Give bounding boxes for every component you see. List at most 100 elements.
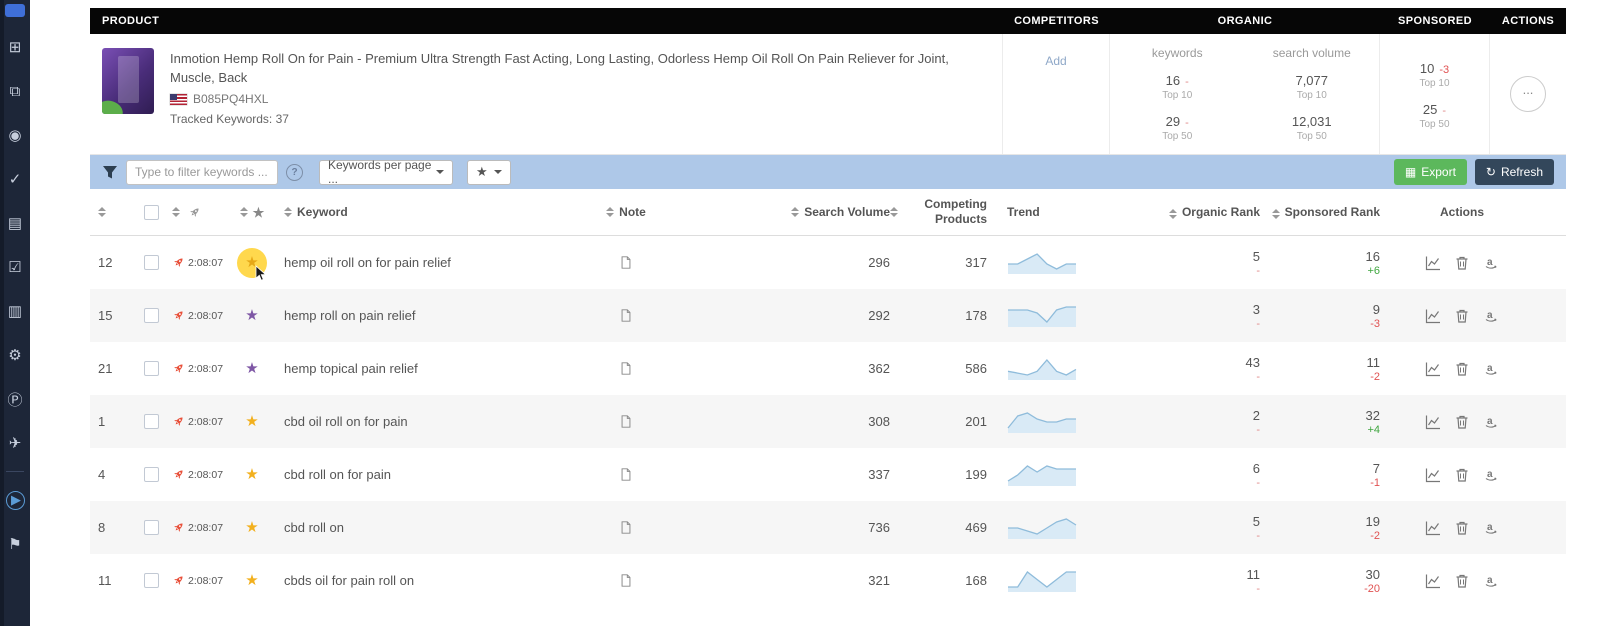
- star-icon[interactable]: ★: [245, 467, 258, 482]
- sort-icon[interactable]: [98, 207, 106, 217]
- sort-icon[interactable]: [239, 207, 248, 217]
- chevron-down-icon: [436, 170, 444, 174]
- note-icon[interactable]: [619, 255, 633, 270]
- trend-sparkline: [1008, 517, 1077, 539]
- competing-products-header: Competing Products: [924, 197, 987, 226]
- document-icon[interactable]: ▤: [0, 201, 30, 245]
- rank-history-chart-icon[interactable]: [1425, 573, 1441, 589]
- star-icon[interactable]: ★: [245, 573, 258, 588]
- help-icon[interactable]: ?: [286, 163, 303, 181]
- trend-sparkline: [1008, 252, 1076, 274]
- row-index: 8: [98, 520, 106, 535]
- amazon-link-icon[interactable]: [1483, 414, 1499, 430]
- amazon-link-icon[interactable]: [1483, 467, 1499, 483]
- search-volume: 362: [868, 361, 890, 376]
- sort-icon[interactable]: [1168, 209, 1177, 219]
- row-checkbox[interactable]: [143, 414, 159, 429]
- row-checkbox[interactable]: [143, 520, 159, 535]
- delete-keyword-icon[interactable]: [1454, 520, 1470, 536]
- sort-icon[interactable]: [172, 207, 180, 217]
- rank-history-chart-icon[interactable]: [1425, 467, 1441, 483]
- amazon-link-icon[interactable]: [1483, 255, 1499, 271]
- profile-icon[interactable]: Ⓟ: [0, 377, 30, 421]
- row-checkbox[interactable]: [143, 467, 159, 482]
- star-filter-dropdown[interactable]: ★: [467, 159, 511, 185]
- more-actions-button[interactable]: ...: [1510, 76, 1546, 112]
- gear-icon[interactable]: ⚙: [0, 333, 30, 377]
- star-icon[interactable]: ★: [245, 520, 258, 535]
- rank-history-chart-icon[interactable]: [1425, 308, 1441, 324]
- amazon-link-icon[interactable]: [1483, 361, 1499, 377]
- sort-icon[interactable]: [1271, 209, 1280, 219]
- star-cell: ★: [232, 407, 272, 437]
- note-icon[interactable]: [619, 414, 633, 429]
- row-checkbox[interactable]: [143, 308, 159, 323]
- camera-icon[interactable]: ◉: [0, 113, 30, 157]
- copy-icon[interactable]: ⧉: [0, 69, 30, 113]
- rocket-icon: [188, 206, 201, 219]
- table-row: 8 2:08:07 ★ cbd roll on 736 469 5 - 19 -…: [90, 501, 1566, 554]
- star-icon[interactable]: ★: [245, 308, 258, 323]
- amazon-link-icon[interactable]: [1483, 573, 1499, 589]
- per-page-select[interactable]: Keywords per page ...: [319, 158, 453, 186]
- keyword-filter-input[interactable]: [126, 159, 278, 185]
- row-checkbox[interactable]: [143, 573, 159, 588]
- rank-history-chart-icon[interactable]: [1425, 361, 1441, 377]
- check-icon[interactable]: ✓: [0, 157, 30, 201]
- refresh-button[interactable]: ↻ Refresh: [1474, 159, 1554, 185]
- row-checkbox[interactable]: [143, 255, 159, 270]
- sort-icon[interactable]: [606, 207, 615, 217]
- rank-history-chart-icon[interactable]: [1425, 414, 1441, 430]
- tasks-icon[interactable]: ☑: [0, 245, 30, 289]
- export-button[interactable]: ▦ Export: [1393, 159, 1467, 185]
- note-icon[interactable]: [619, 573, 633, 588]
- note-icon[interactable]: [619, 308, 633, 323]
- sort-icon[interactable]: [890, 207, 898, 217]
- trend-sparkline: [1008, 305, 1076, 327]
- tracked-time: 2:08:07: [188, 362, 224, 375]
- delete-keyword-icon[interactable]: [1454, 308, 1470, 324]
- delete-keyword-icon[interactable]: [1454, 361, 1470, 377]
- star-icon[interactable]: ★: [245, 361, 258, 376]
- send-icon[interactable]: ✈: [0, 421, 30, 465]
- keyword-text: hemp roll on pain relief: [284, 308, 416, 323]
- organic-rank-header: Organic Rank: [1181, 205, 1260, 219]
- delete-keyword-icon[interactable]: [1454, 255, 1470, 271]
- sort-icon[interactable]: [284, 207, 292, 217]
- amazon-link-icon[interactable]: [1483, 308, 1499, 324]
- add-competitor-link[interactable]: Add: [1045, 54, 1066, 68]
- row-checkbox[interactable]: [143, 361, 159, 376]
- organic-rank: 5: [1252, 248, 1260, 264]
- grid-icon[interactable]: ⊞: [0, 25, 30, 69]
- product-image[interactable]: [102, 48, 154, 114]
- organic-top50-keywords: 29- Top 50: [1162, 114, 1193, 142]
- star-icon[interactable]: ★: [245, 414, 258, 429]
- rank-history-chart-icon[interactable]: [1425, 255, 1441, 271]
- rank-history-chart-icon[interactable]: [1425, 520, 1441, 536]
- table-header-row: ★ Keyword Note Search Volume Competing P…: [90, 189, 1566, 236]
- delete-keyword-icon[interactable]: [1454, 573, 1470, 589]
- keyword-text: hemp topical pain relief: [284, 361, 418, 376]
- play-icon[interactable]: ▶: [0, 478, 30, 522]
- filter-funnel-icon: [103, 165, 117, 178]
- amazon-link-icon[interactable]: [1483, 520, 1499, 536]
- tracked-time: 2:08:07: [188, 521, 224, 534]
- delete-keyword-icon[interactable]: [1454, 467, 1470, 483]
- note-icon[interactable]: [619, 467, 633, 482]
- note-icon[interactable]: [619, 520, 633, 535]
- mouse-cursor: [255, 264, 267, 281]
- star-cell: ★: [232, 513, 272, 543]
- trend-sparkline: [1007, 464, 1076, 486]
- sponsored-rank: 16: [1365, 248, 1380, 264]
- note-icon[interactable]: [619, 361, 633, 376]
- app-logo[interactable]: [5, 4, 25, 17]
- delete-keyword-icon[interactable]: [1454, 414, 1470, 430]
- pin-icon[interactable]: ⚑: [0, 522, 30, 566]
- select-all-checkbox[interactable]: [143, 204, 159, 220]
- sort-icon[interactable]: [791, 207, 800, 217]
- sidebar-divider: [6, 471, 24, 472]
- table-row: 4 2:08:07 ★ cbd roll on for pain 337 199…: [90, 448, 1566, 501]
- print-icon[interactable]: ▥: [0, 289, 30, 333]
- organic-rank: 2: [1252, 407, 1260, 423]
- product-asin: B085PQ4HXL: [193, 91, 269, 106]
